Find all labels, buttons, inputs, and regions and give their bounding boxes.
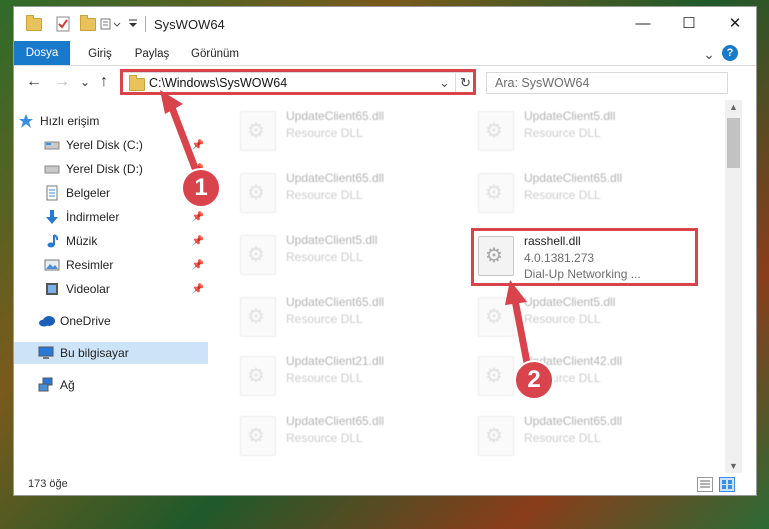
step-2-marker: 2	[514, 360, 554, 400]
annotation-arrows	[160, 90, 532, 372]
step-1-marker: 1	[181, 168, 221, 208]
